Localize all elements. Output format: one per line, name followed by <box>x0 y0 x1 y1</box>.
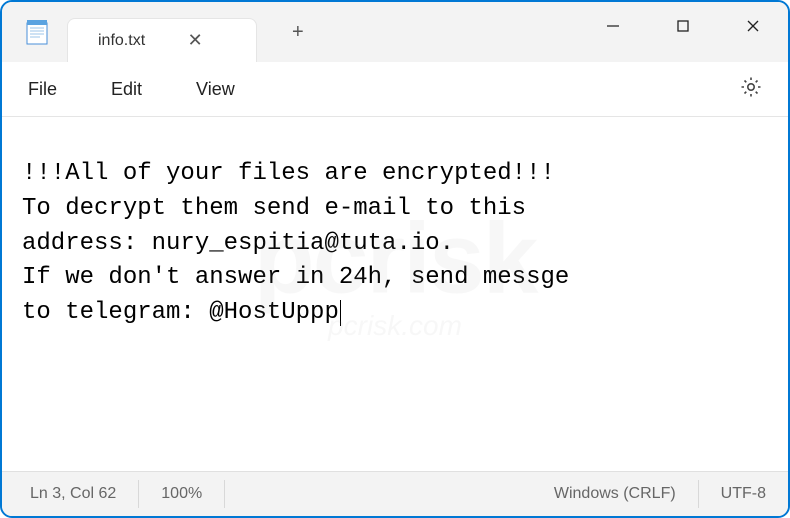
encoding: UTF-8 <box>699 480 788 508</box>
menubar: File Edit View <box>2 62 788 117</box>
text-line: If we don't answer in 24h, send messge <box>22 261 768 296</box>
file-menu[interactable]: File <box>20 73 65 106</box>
minimize-button[interactable] <box>578 2 648 50</box>
text-cursor <box>340 300 341 326</box>
app-icon <box>2 19 52 45</box>
settings-button[interactable] <box>739 75 763 104</box>
notepad-window: info.txt ✕ + File Edit View !!!All of y <box>0 0 790 518</box>
text-line: address: nury_espitia@tuta.io. <box>22 227 768 262</box>
close-icon <box>746 19 760 33</box>
minimize-icon <box>606 19 620 33</box>
view-menu[interactable]: View <box>188 73 243 106</box>
notepad-icon <box>26 19 48 45</box>
tab-title: info.txt <box>98 32 145 50</box>
maximize-button[interactable] <box>648 2 718 50</box>
window-controls <box>578 2 788 50</box>
text-line: !!!All of your files are encrypted!!! <box>22 157 768 192</box>
edit-menu[interactable]: Edit <box>103 73 150 106</box>
file-tab[interactable]: info.txt ✕ <box>67 18 257 62</box>
text-line: to telegram: @HostUppp <box>22 299 339 326</box>
gear-icon <box>739 75 763 99</box>
text-editor-content[interactable]: !!!All of your files are encrypted!!!To … <box>2 117 788 471</box>
new-tab-button[interactable]: + <box>282 16 314 49</box>
maximize-icon <box>676 19 690 33</box>
zoom-level[interactable]: 100% <box>139 480 225 508</box>
cursor-position: Ln 3, Col 62 <box>2 480 139 508</box>
statusbar: Ln 3, Col 62 100% Windows (CRLF) UTF-8 <box>2 471 788 516</box>
close-window-button[interactable] <box>718 2 788 50</box>
close-tab-icon[interactable]: ✕ <box>185 30 205 51</box>
line-ending: Windows (CRLF) <box>532 480 699 508</box>
titlebar: info.txt ✕ + <box>2 2 788 62</box>
text-line: To decrypt them send e-mail to this <box>22 192 768 227</box>
